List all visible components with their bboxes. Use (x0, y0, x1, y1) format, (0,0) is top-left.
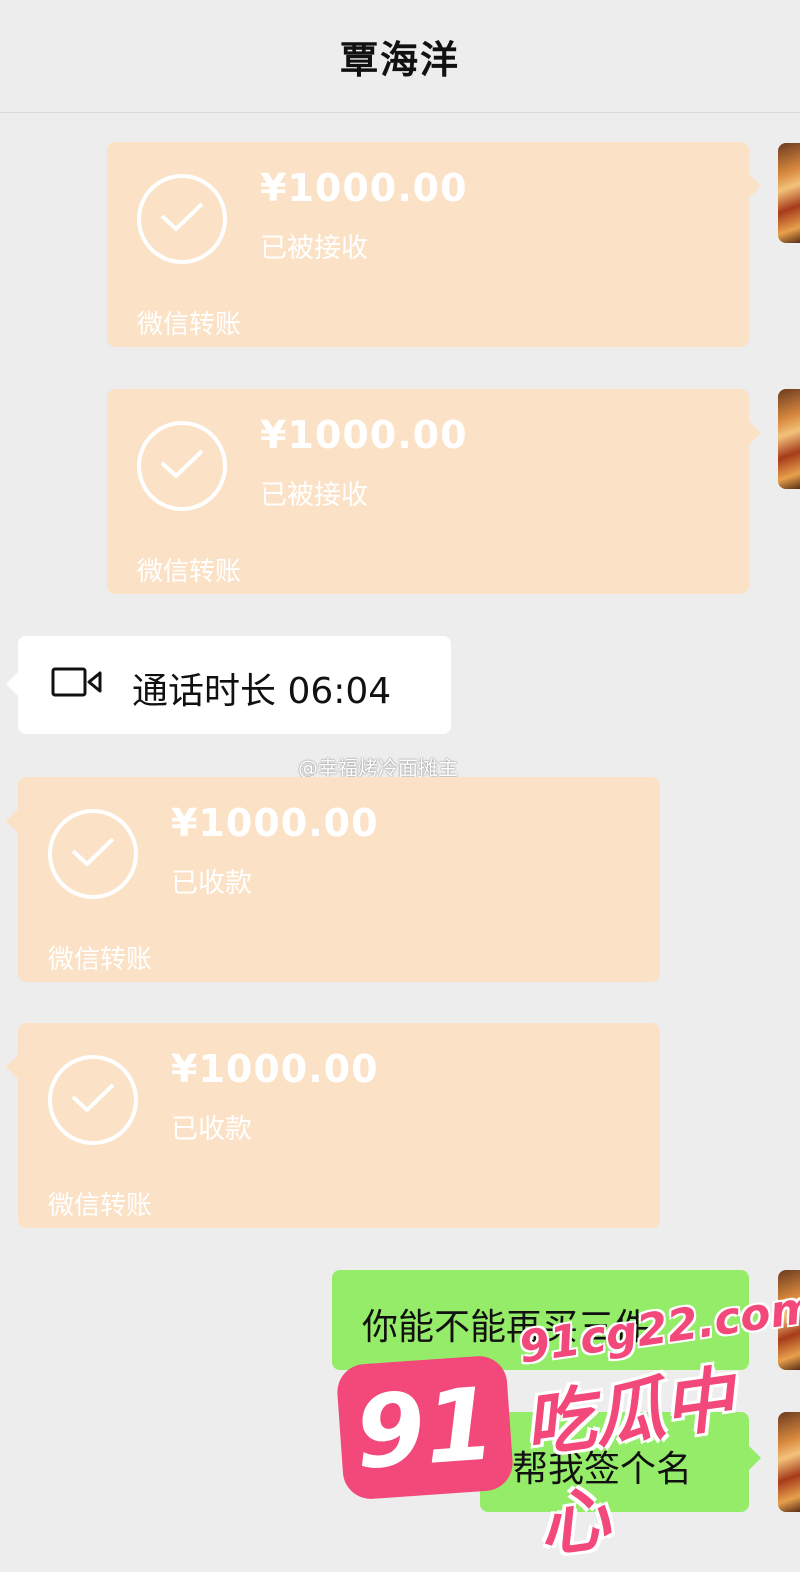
check-circle-icon (137, 421, 227, 511)
transfer-card[interactable]: ¥1000.00 已被接收 微信转账 (107, 389, 761, 594)
transfer-amount: ¥1000.00 (260, 166, 468, 210)
transfer-label: 微信转账 (48, 1191, 153, 1221)
watermark-number: 91 (351, 1365, 499, 1492)
video-call-record[interactable]: 通话时长 06:04 (6, 636, 451, 734)
watermark-name: 吃瓜中心 (519, 1357, 739, 1568)
check-circle-icon (48, 1055, 138, 1145)
bubble-tail (749, 421, 761, 445)
bubble-tail (749, 174, 761, 198)
transfer-status: 已被接收 (260, 233, 368, 264)
transfer-amount: ¥1000.00 (171, 801, 379, 845)
transfer-card[interactable]: ¥1000.00 已被接收 微信转账 (107, 142, 761, 347)
transfer-status: 已收款 (171, 868, 252, 899)
call-duration: 通话时长 06:04 (132, 671, 392, 712)
bubble-tail (6, 809, 18, 833)
transfer-label: 微信转账 (48, 945, 153, 975)
my-avatar[interactable] (778, 389, 800, 489)
transfer-status: 已收款 (171, 1114, 252, 1145)
contact-name[interactable]: 覃海洋 (340, 29, 460, 84)
transfer-status: 已被接收 (260, 480, 368, 511)
transfer-amount: ¥1000.00 (260, 413, 468, 457)
check-circle-icon (137, 174, 227, 264)
watermark-logo: 91 (335, 1354, 515, 1501)
transfer-label: 微信转账 (137, 557, 242, 587)
bubble-tail (6, 1055, 18, 1079)
transfer-card[interactable]: ¥1000.00 已收款 微信转账 (6, 777, 660, 982)
video-call-icon (51, 667, 102, 697)
bubble-tail (6, 672, 18, 696)
transfer-amount: ¥1000.00 (171, 1047, 379, 1091)
check-circle-icon (48, 809, 138, 899)
chat-header: 覃海洋 (0, 0, 800, 113)
transfer-label: 微信转账 (137, 310, 242, 340)
transfer-card[interactable]: ¥1000.00 已收款 微信转账 (6, 1023, 660, 1228)
my-avatar[interactable] (778, 143, 800, 243)
